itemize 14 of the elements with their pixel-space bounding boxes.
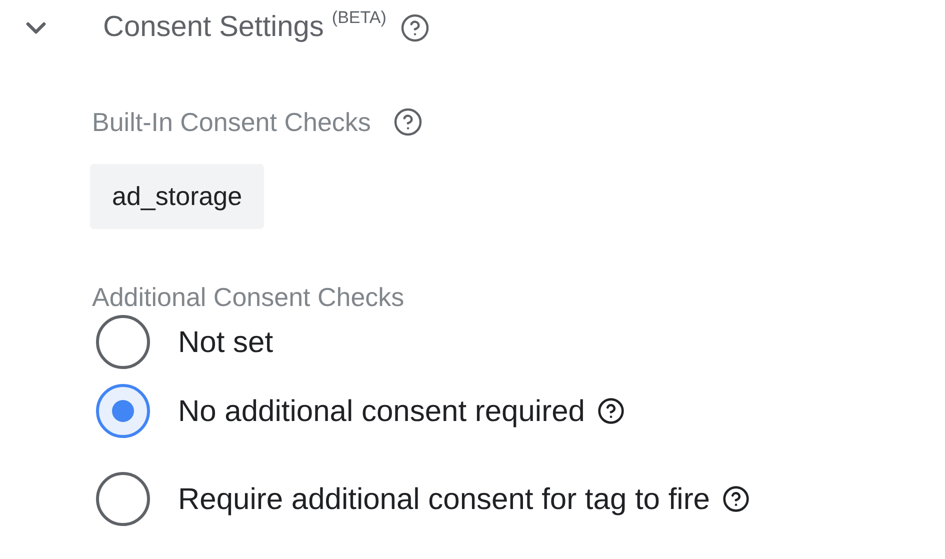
radio-label: No additional consent required — [178, 394, 585, 430]
radio-label: Not set — [178, 324, 274, 360]
help-icon[interactable] — [400, 13, 430, 43]
section-title: Consent Settings $^{(BETA)}$ — [103, 6, 386, 46]
radio-label: Require additional consent for tag to fire — [178, 482, 710, 518]
help-icon[interactable] — [596, 397, 625, 425]
additional-label: Additional Consent Checks — [92, 280, 404, 314]
radio-button[interactable] — [96, 315, 150, 369]
help-icon[interactable] — [722, 485, 750, 513]
help-icon[interactable] — [392, 107, 423, 137]
radio-button[interactable] — [96, 384, 150, 438]
radio-button[interactable] — [96, 472, 150, 526]
built-in-label: Built-In Consent Checks — [92, 106, 371, 138]
consent-chip: ad_storage — [90, 164, 264, 229]
